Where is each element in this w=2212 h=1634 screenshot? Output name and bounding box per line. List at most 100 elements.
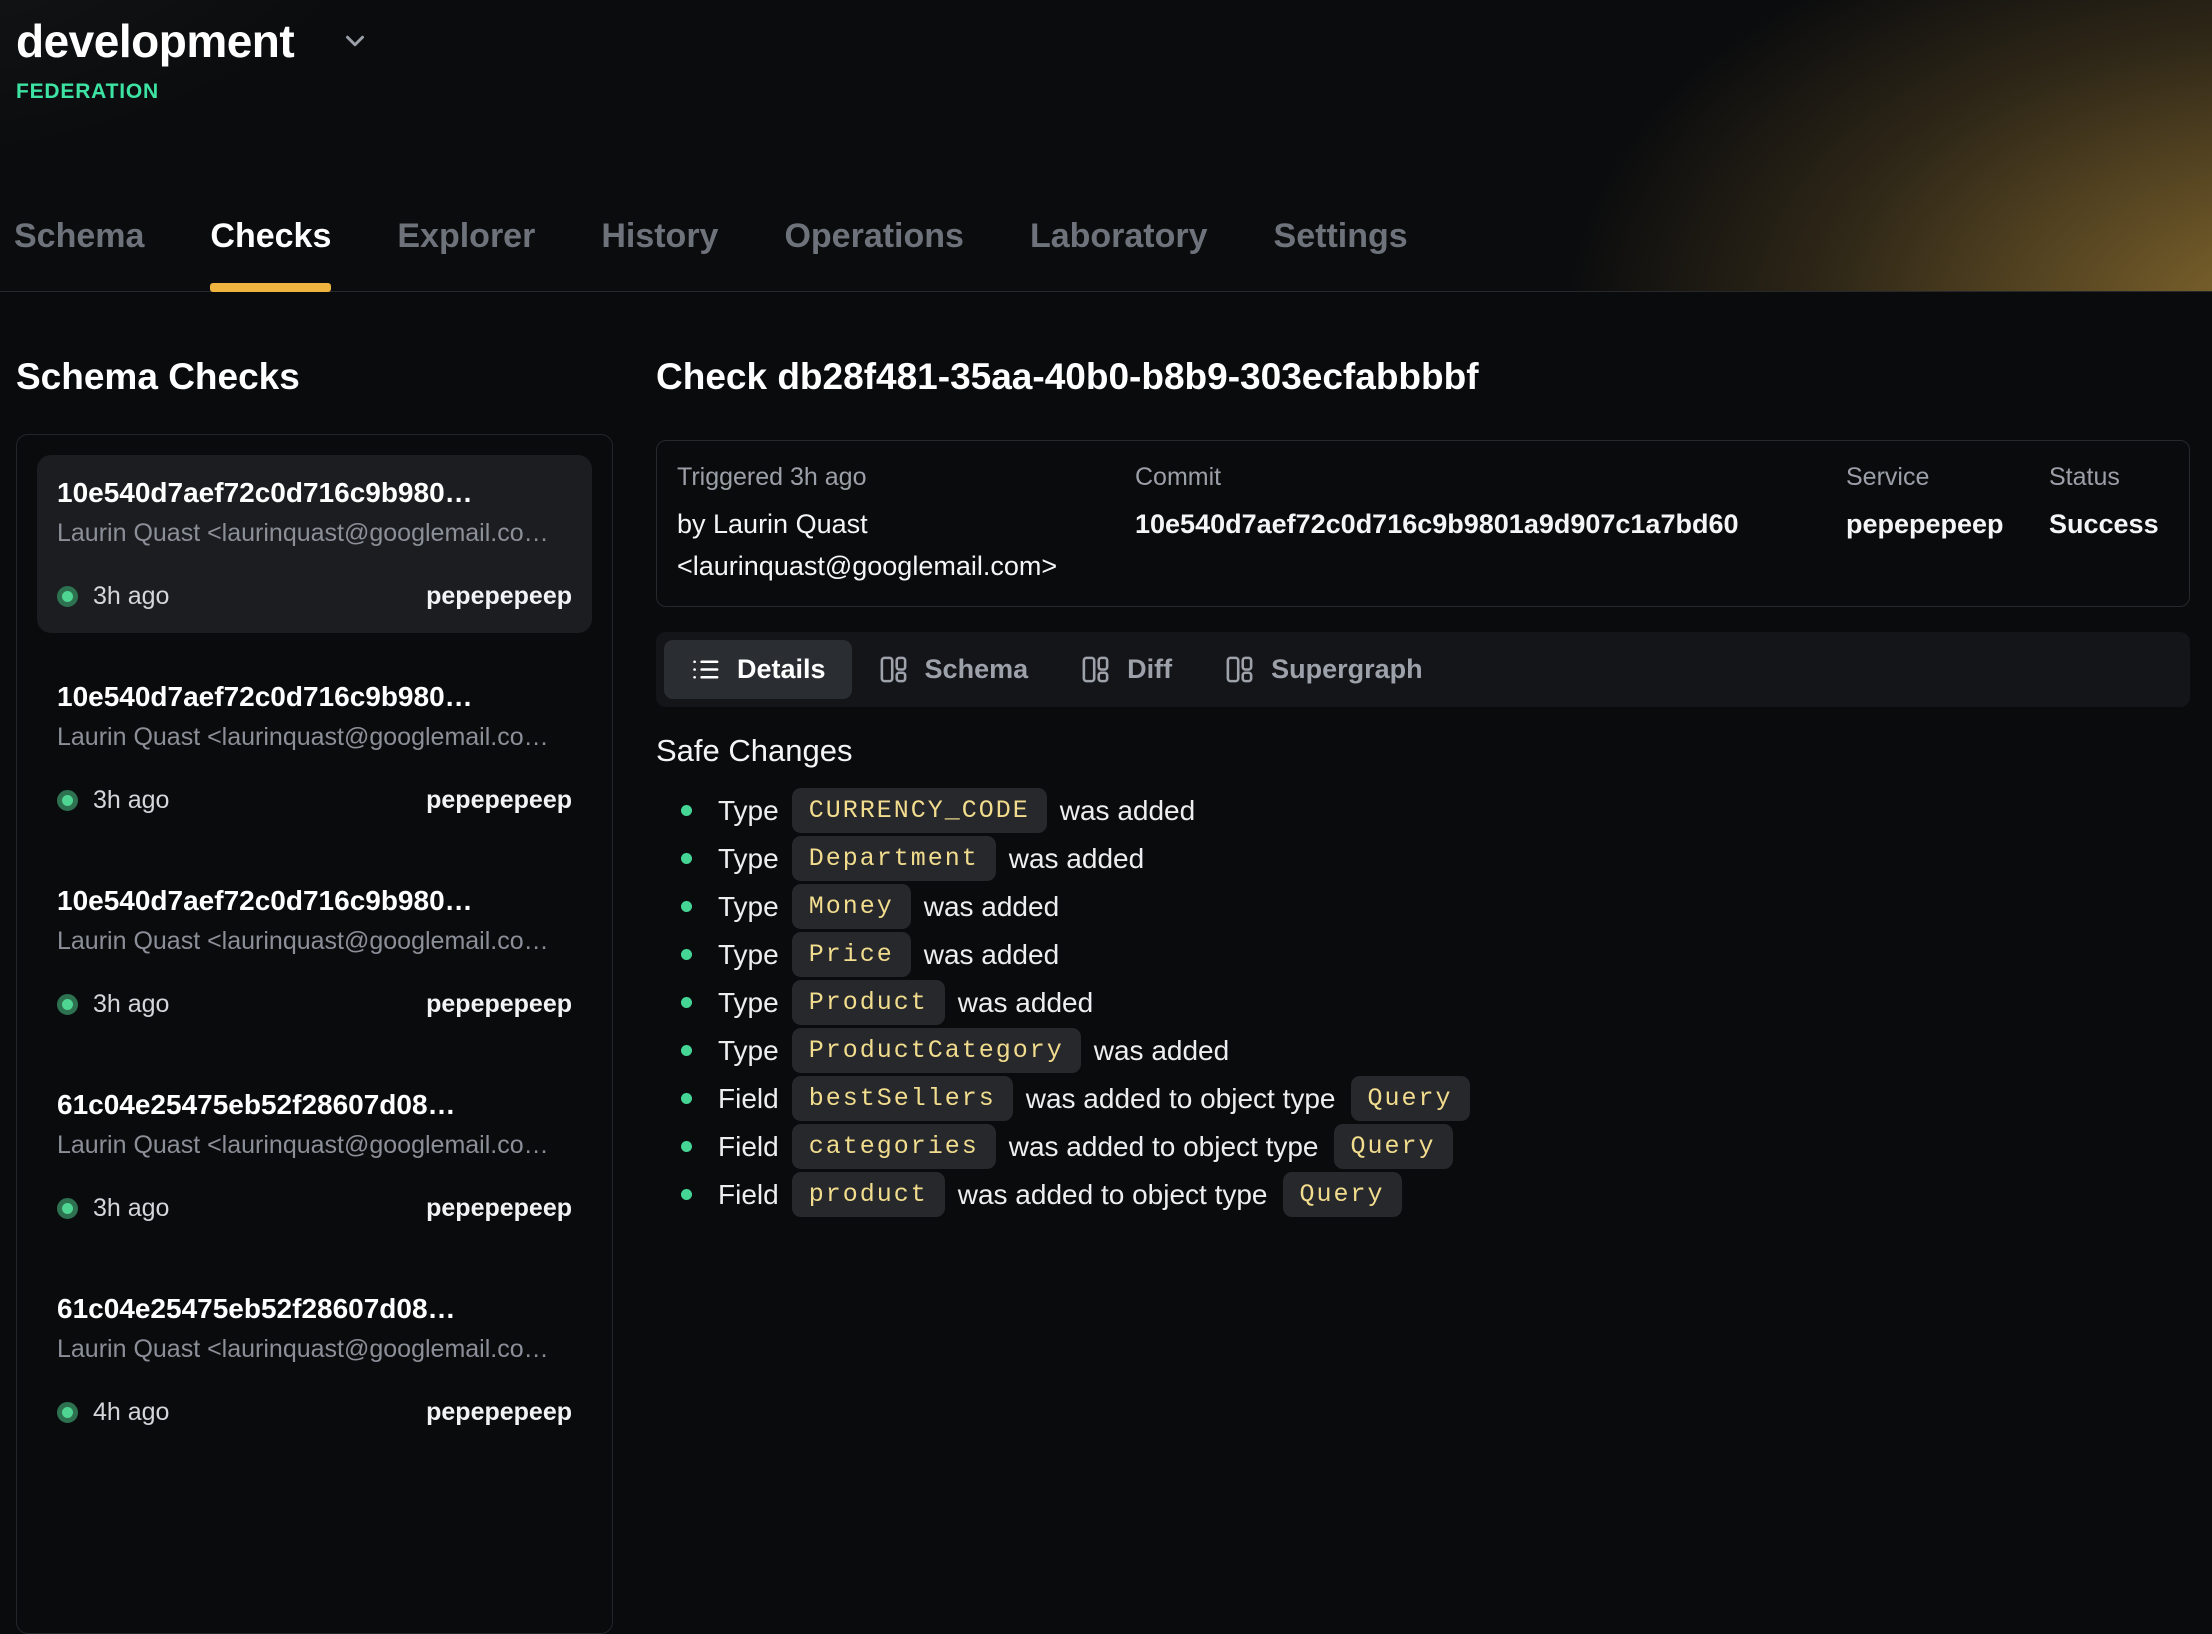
- change-kind: Type: [718, 939, 779, 971]
- change-kind: Type: [718, 1035, 779, 1067]
- columns-icon: [1224, 654, 1255, 685]
- schema-check-item[interactable]: 10e540d7aef72c0d716c9b980… Laurin Quast …: [37, 659, 592, 837]
- service-label: Service: [1846, 463, 2049, 492]
- status-value: Success: [2049, 504, 2169, 546]
- check-author: Laurin Quast <laurinquast@googlemail.co…: [57, 519, 572, 548]
- check-service: pepepepeep: [426, 1194, 572, 1223]
- bullet-dot-icon: [681, 1093, 692, 1104]
- bullet-dot-icon: [681, 1189, 692, 1200]
- check-commit-title: 10e540d7aef72c0d716c9b980…: [57, 477, 572, 509]
- change-row: Type ProductCategory was added: [656, 1027, 2190, 1075]
- change-description: was added to object type: [1009, 1131, 1319, 1163]
- project-type-badge: FEDERATION: [16, 80, 2212, 104]
- nav-tab-checks[interactable]: Checks: [210, 217, 331, 292]
- check-commit-title: 10e540d7aef72c0d716c9b980…: [57, 681, 572, 713]
- detail-tab-details[interactable]: Details: [664, 640, 852, 699]
- bullet-dot-icon: [681, 805, 692, 816]
- commit-hash: 10e540d7aef72c0d716c9b9801a9d907c1a7bd60: [1135, 504, 1846, 546]
- service-name: pepepepeep: [1846, 504, 2049, 546]
- columns-icon: [1080, 654, 1111, 685]
- triggered-label: Triggered 3h ago: [677, 463, 1135, 492]
- org-switcher-button[interactable]: [334, 20, 376, 62]
- change-target-chip: Query: [1334, 1124, 1453, 1169]
- change-description: was added to object type: [958, 1179, 1268, 1211]
- change-row: Field bestSellers was added to object ty…: [656, 1075, 2190, 1123]
- nav-tab-laboratory[interactable]: Laboratory: [1030, 217, 1208, 292]
- bullet-dot-icon: [681, 853, 692, 864]
- page: development FEDERATION Schema Checks Explo…: [0, 0, 2212, 1634]
- detail-tab-diff[interactable]: Diff: [1054, 640, 1198, 699]
- change-row: Type CURRENCY_CODE was added: [656, 787, 2190, 835]
- schema-check-item[interactable]: 61c04e25475eb52f28607d08… Laurin Quast <…: [37, 1067, 592, 1245]
- change-row: Type Department was added: [656, 835, 2190, 883]
- check-time: 4h ago: [57, 1398, 169, 1427]
- org-row: development: [0, 0, 2212, 68]
- change-description: was added: [924, 891, 1059, 923]
- check-author: Laurin Quast <laurinquast@googlemail.co…: [57, 1131, 572, 1160]
- schema-check-item[interactable]: 10e540d7aef72c0d716c9b980… Laurin Quast …: [37, 455, 592, 633]
- check-author: Laurin Quast <laurinquast@googlemail.co…: [57, 723, 572, 752]
- change-description: was added: [958, 987, 1093, 1019]
- main-nav: Schema Checks Explorer History Operations Lab…: [0, 217, 2212, 292]
- bullet-dot-icon: [681, 997, 692, 1008]
- change-row: Field categories was added to object typ…: [656, 1123, 2190, 1171]
- change-kind: Type: [718, 843, 779, 875]
- safe-changes-list: Type CURRENCY_CODE was added Type Depart…: [656, 787, 2190, 1219]
- change-code-chip: Money: [792, 884, 911, 929]
- change-code-chip: Department: [792, 836, 996, 881]
- nav-tab-operations[interactable]: Operations: [784, 217, 963, 292]
- change-code-chip: Price: [792, 932, 911, 977]
- section-title: Safe Changes: [656, 733, 2190, 769]
- change-code-chip: product: [792, 1172, 945, 1217]
- change-kind: Type: [718, 987, 779, 1019]
- bullet-dot-icon: [681, 901, 692, 912]
- org-name: development: [16, 14, 294, 68]
- nav-tab-schema[interactable]: Schema: [14, 217, 144, 292]
- check-commit-title: 61c04e25475eb52f28607d08…: [57, 1293, 572, 1325]
- chevron-down-icon: [340, 26, 370, 56]
- columns-icon: [878, 654, 909, 685]
- change-description: was added: [1094, 1035, 1229, 1067]
- header: development FEDERATION Schema Checks Explo…: [0, 0, 2212, 292]
- schema-check-item[interactable]: 10e540d7aef72c0d716c9b980… Laurin Quast …: [37, 863, 592, 1041]
- nav-tab-history[interactable]: History: [601, 217, 718, 292]
- bullet-dot-icon: [681, 1141, 692, 1152]
- summary-commit: Commit 10e540d7aef72c0d716c9b9801a9d907c…: [1135, 463, 1846, 588]
- change-code-chip: categories: [792, 1124, 996, 1169]
- change-description: was added: [1009, 843, 1144, 875]
- page-title: Check db28f481-35aa-40b0-b8b9-303ecfabbb…: [656, 356, 2190, 398]
- triggered-by: by Laurin Quast <laurinquast@googlemail.…: [677, 504, 1135, 588]
- change-kind: Field: [718, 1131, 779, 1163]
- check-meta: 4h ago pepepepeep: [57, 1398, 572, 1427]
- list-icon: [690, 654, 721, 685]
- detail-tab-supergraph[interactable]: Supergraph: [1198, 640, 1449, 699]
- change-target-chip: Query: [1283, 1172, 1402, 1217]
- check-service: pepepepeep: [426, 1398, 572, 1427]
- schema-check-item[interactable]: 61c04e25475eb52f28607d08… Laurin Quast <…: [37, 1271, 592, 1449]
- schema-checks-list[interactable]: 10e540d7aef72c0d716c9b980… Laurin Quast …: [16, 434, 613, 1634]
- nav-tab-explorer[interactable]: Explorer: [397, 217, 535, 292]
- change-code-chip: Product: [792, 980, 945, 1025]
- main-panel: Check db28f481-35aa-40b0-b8b9-303ecfabbb…: [656, 292, 2190, 1634]
- success-dot-icon: [57, 586, 78, 607]
- check-meta: 3h ago pepepepeep: [57, 582, 572, 611]
- triggered-by-name: by Laurin Quast: [677, 504, 1135, 546]
- nav-tab-settings[interactable]: Settings: [1274, 217, 1408, 292]
- detail-tab-schema[interactable]: Schema: [852, 640, 1055, 699]
- check-service: pepepepeep: [426, 582, 572, 611]
- content: Schema Checks 10e540d7aef72c0d716c9b980……: [0, 292, 2212, 1634]
- check-meta: 3h ago pepepepeep: [57, 786, 572, 815]
- check-time: 3h ago: [57, 990, 169, 1019]
- check-meta: 3h ago pepepepeep: [57, 990, 572, 1019]
- change-kind: Field: [718, 1083, 779, 1115]
- detail-tabs: Details Schema Diff Supergraph: [656, 632, 2190, 707]
- check-author: Laurin Quast <laurinquast@googlemail.co…: [57, 927, 572, 956]
- change-description: was added: [1060, 795, 1195, 827]
- check-time: 3h ago: [57, 582, 169, 611]
- check-time: 3h ago: [57, 786, 169, 815]
- bullet-dot-icon: [681, 1045, 692, 1056]
- check-service: pepepepeep: [426, 786, 572, 815]
- summary-service: Service pepepepeep: [1846, 463, 2049, 588]
- check-commit-title: 10e540d7aef72c0d716c9b980…: [57, 885, 572, 917]
- check-time: 3h ago: [57, 1194, 169, 1223]
